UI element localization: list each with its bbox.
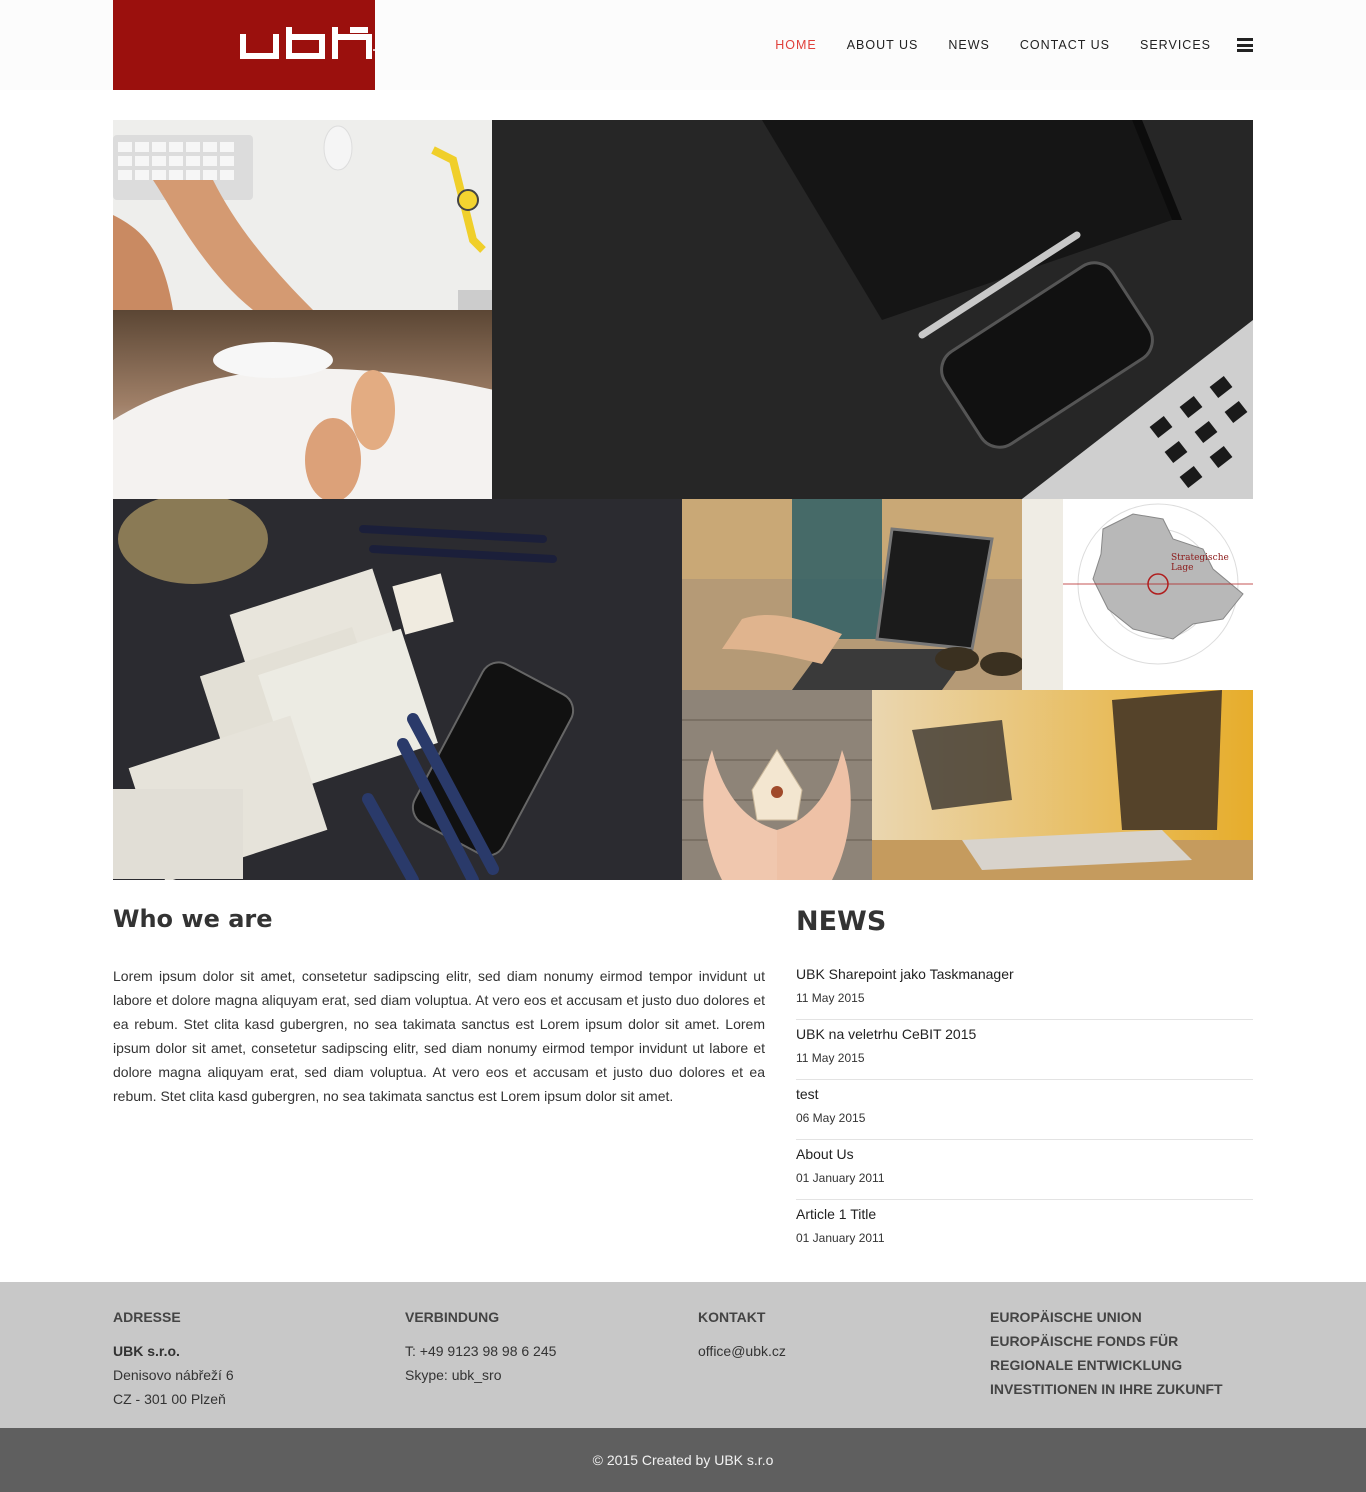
eu-line-4: INVESTITIONEN IN IHRE ZUKUNFT [990,1381,1223,1397]
eu-line-3: REGIONALE ENTWICKLUNG [990,1357,1183,1373]
eu-line-1: EUROPÄISCHE UNION [990,1309,1142,1325]
news-item: UBK Sharepoint jako Taskmanager 11 May 2… [796,960,1253,1020]
footer-street: Denisovo nábřeží 6 [113,1367,234,1383]
hamburger-icon[interactable] [1237,38,1253,52]
news-item: test 06 May 2015 [796,1080,1253,1140]
site-header: HOME ABOUT US NEWS CONTACT US SERVICES [0,0,1366,90]
footer-contact-heading: KONTAKT [698,1309,766,1325]
nav-home[interactable]: HOME [775,38,817,52]
news-item-title[interactable]: test [796,1086,1253,1102]
who-we-are-text: Lorem ipsum dolor sit amet, consetetur s… [113,968,765,1104]
news-item: Article 1 Title 01 January 2011 [796,1200,1253,1260]
footer-contact: KONTAKT office@ubk.cz [698,1305,786,1363]
news-heading: NEWS [796,906,887,937]
gallery-image-laptop-sunglasses[interactable] [682,499,1063,690]
news-item-date: 11 May 2015 [796,1051,865,1065]
ubk-logo[interactable] [113,0,375,90]
news-item-date: 06 May 2015 [796,1111,866,1125]
footer-phone: T: +49 9123 98 98 6 245 [405,1343,557,1359]
gallery-image-keyboard-hands[interactable] [113,120,492,310]
news-item-date: 11 May 2015 [796,991,865,1005]
footer-eu-notice: EUROPÄISCHE UNION EUROPÄISCHE FONDS FÜR … [990,1305,1223,1401]
footer-company-name: UBK s.r.o. [113,1343,180,1359]
gallery-image-hands-birdhouse[interactable] [682,690,872,880]
footer-email-link[interactable]: office@ubk.cz [698,1343,786,1359]
footer-address-heading: ADRESSE [113,1309,181,1325]
footer-connection-heading: VERBINDUNG [405,1309,500,1325]
news-item-title[interactable]: UBK na veletrhu CeBIT 2015 [796,1026,1253,1042]
nav-services[interactable]: SERVICES [1140,38,1211,52]
news-item: About Us 01 January 2011 [796,1140,1253,1200]
nav-about-us[interactable]: ABOUT US [847,38,919,52]
map-label: Strategische Lage [1171,553,1229,573]
news-list: UBK Sharepoint jako Taskmanager 11 May 2… [796,960,1253,1260]
footer-address: ADRESSE UBK s.r.o. Denisovo nábřeží 6 CZ… [113,1305,234,1411]
gallery-image-sketches-pencils[interactable] [113,499,682,880]
news-item-date: 01 January 2011 [796,1171,885,1185]
nav-contact-us[interactable]: CONTACT US [1020,38,1110,52]
gallery-image-bed-feet[interactable] [113,310,494,499]
main-nav: HOME ABOUT US NEWS CONTACT US SERVICES [745,0,1253,90]
gallery-image-desk-phone-laptop[interactable] [492,120,1253,499]
who-we-are-heading: Who we are [113,905,273,933]
news-item-title[interactable]: About Us [796,1146,1253,1162]
footer-skype: Skype: ubk_sro [405,1367,502,1383]
eu-line-2: EUROPÄISCHE FONDS FÜR [990,1333,1179,1349]
nav-news[interactable]: NEWS [948,38,990,52]
footer-city: CZ - 301 00 Plzeň [113,1391,226,1407]
news-item-title[interactable]: Article 1 Title [796,1206,1253,1222]
footer-connection: VERBINDUNG T: +49 9123 98 98 6 245 Skype… [405,1305,556,1387]
gallery-image-laptops-sunlight[interactable] [872,690,1253,880]
news-item: UBK na veletrhu CeBIT 2015 11 May 2015 [796,1020,1253,1080]
news-item-title[interactable]: UBK Sharepoint jako Taskmanager [796,966,1253,982]
news-item-date: 01 January 2011 [796,1231,885,1245]
gallery-image-strategic-map[interactable]: Strategische Lage [1063,499,1253,690]
site-footer: ADRESSE UBK s.r.o. Denisovo nábřeží 6 CZ… [0,1282,1366,1428]
copyright-bar: © 2015 Created by UBK s.r.o [0,1428,1366,1492]
